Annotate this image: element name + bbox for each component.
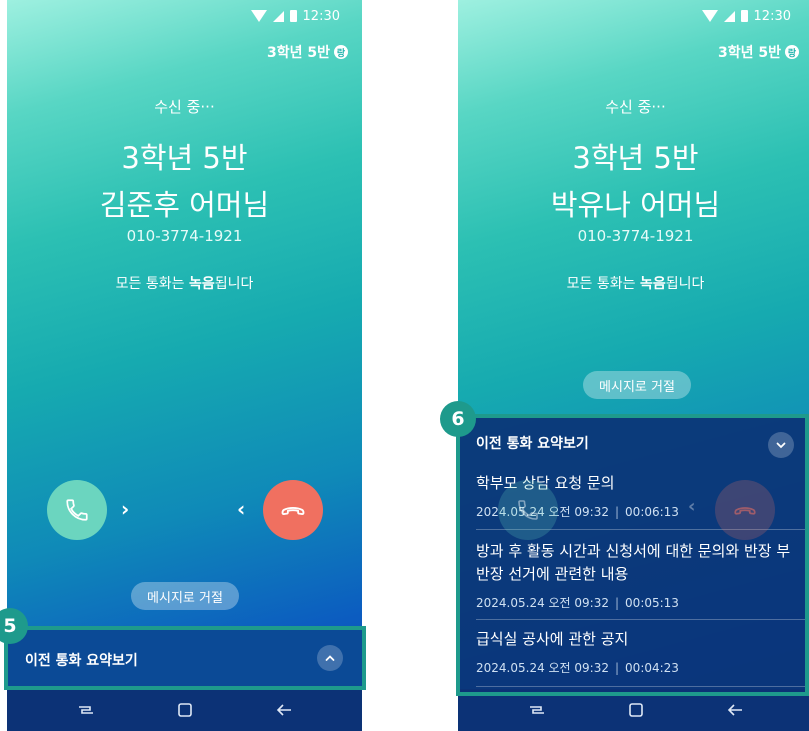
home-button[interactable] (623, 697, 649, 723)
home-icon (629, 703, 643, 717)
battery-icon (740, 10, 748, 22)
caller-class: 3학년 5반 (121, 141, 248, 175)
hang-up-icon (734, 507, 756, 515)
accept-call-button-faded[interactable] (498, 480, 558, 540)
recent-apps-button[interactable] (524, 697, 550, 723)
class-label: 3학년 5반 (267, 45, 330, 61)
record-meta: 2024.05.24 오전 09:32 | 00:05:13 (476, 594, 799, 611)
incoming-status: 수신 중··· (154, 98, 215, 116)
step-badge-6: 6 (440, 401, 476, 437)
caller-phone-number: 010-3774-1921 (577, 227, 694, 245)
status-bar: 12:30 (250, 6, 340, 26)
decline-call-button-faded[interactable] (715, 480, 775, 540)
previous-call-summary-bar[interactable]: 이전 통화 요약보기 (7, 630, 362, 687)
status-time: 12:30 (302, 8, 340, 24)
navigation-bar (7, 689, 362, 731)
call-record-item[interactable]: 급식실 공사에 관한 공지 2024.05.24 오전 09:32 | 00:04:… (476, 628, 799, 676)
signal-icon (723, 10, 735, 22)
class-indicator: 3학년 5반 랑 (718, 42, 799, 62)
recording-notice-pre: 모든 통화는 (115, 276, 189, 292)
signal-icon (272, 10, 284, 22)
recording-notice-bold: 녹음 (639, 276, 666, 292)
meta-separator: | (615, 596, 620, 610)
hang-up-icon (281, 506, 305, 516)
wifi-icon (701, 10, 718, 22)
meta-separator: | (615, 505, 620, 519)
summary-title: 이전 통화 요약보기 (476, 436, 589, 452)
reject-with-message-button[interactable]: 메시지로 거절 (131, 582, 239, 610)
recording-notice-pre: 모든 통화는 (566, 276, 640, 292)
phone-icon (66, 499, 88, 521)
swipe-left-arrow: ‹ (688, 496, 696, 517)
recent-apps-button[interactable] (73, 697, 99, 723)
recording-notice-post: 됩니다 (214, 276, 254, 292)
collapse-summary-button[interactable] (768, 432, 794, 458)
caller-name: 김준후 어머님 (99, 188, 270, 222)
back-button[interactable] (271, 697, 297, 723)
phone-screen-incoming-call-expanded: 12:30 3학년 5반 랑 수신 중··· 3학년 5반 박유나 어머님 01… (458, 0, 809, 731)
chevron-down-icon (776, 442, 786, 449)
class-badge: 랑 (334, 45, 348, 59)
recent-apps-icon (79, 706, 93, 714)
wifi-icon (250, 10, 267, 22)
battery-icon (289, 10, 297, 22)
swipe-left-arrow: ‹ (237, 497, 246, 521)
incoming-status: 수신 중··· (605, 98, 666, 116)
recording-notice-bold: 녹음 (188, 276, 215, 292)
recording-notice: 모든 통화는 녹음됩니다 (7, 273, 362, 293)
record-divider (476, 686, 809, 687)
chevron-up-icon (325, 655, 335, 661)
home-button[interactable] (172, 697, 198, 723)
back-icon (727, 704, 742, 716)
back-icon (276, 704, 291, 716)
recording-notice-post: 됩니다 (665, 276, 705, 292)
phone-icon (518, 500, 538, 520)
record-title: 방과 후 활동 시간과 신청서에 대한 문의와 반장 부반장 선거에 관련한 내… (476, 542, 791, 583)
call-record-item[interactable]: 방과 후 활동 시간과 신청서에 대한 문의와 반장 부반장 선거에 관련한 내… (476, 540, 799, 611)
class-indicator: 3학년 5반 랑 (267, 42, 348, 62)
class-badge: 랑 (785, 45, 799, 59)
swipe-right-arrow: › (121, 497, 130, 521)
summary-title: 이전 통화 요약보기 (25, 653, 138, 669)
status-time: 12:30 (753, 8, 791, 24)
caller-phone-number: 010-3774-1921 (126, 227, 243, 245)
record-title: 급식실 공사에 관한 공지 (476, 630, 629, 648)
recording-notice: 모든 통화는 녹음됩니다 (458, 273, 809, 293)
record-date: 2024.05.24 오전 09:32 (476, 596, 609, 610)
navigation-bar (458, 689, 809, 731)
status-bar: 12:30 (701, 6, 791, 26)
record-meta: 2024.05.24 오전 09:32 | 00:04:23 (476, 659, 799, 676)
expand-summary-button[interactable] (317, 645, 343, 671)
back-button[interactable] (722, 697, 748, 723)
meta-separator: | (615, 661, 620, 675)
record-duration: 00:06:13 (625, 505, 679, 519)
home-icon (178, 703, 192, 717)
phone-screen-incoming-call: 12:30 3학년 5반 랑 수신 중··· 3학년 5반 김준후 어머님 01… (7, 0, 362, 731)
caller-name: 박유나 어머님 (550, 188, 721, 222)
class-label: 3학년 5반 (718, 45, 781, 61)
decline-call-button[interactable] (263, 480, 323, 540)
recent-apps-icon (530, 706, 544, 714)
caller-class: 3학년 5반 (572, 141, 699, 175)
record-duration: 00:05:13 (625, 596, 679, 610)
record-date: 2024.05.24 오전 09:32 (476, 661, 609, 675)
previous-call-summary-panel: 이전 통화 요약보기 학부모 상담 요청 문의 2024.05.24 오전 09… (458, 418, 809, 693)
reject-with-message-button[interactable]: 메시지로 거절 (583, 371, 691, 399)
record-duration: 00:04:23 (625, 661, 679, 675)
record-divider (476, 619, 809, 620)
accept-call-button[interactable] (47, 480, 107, 540)
